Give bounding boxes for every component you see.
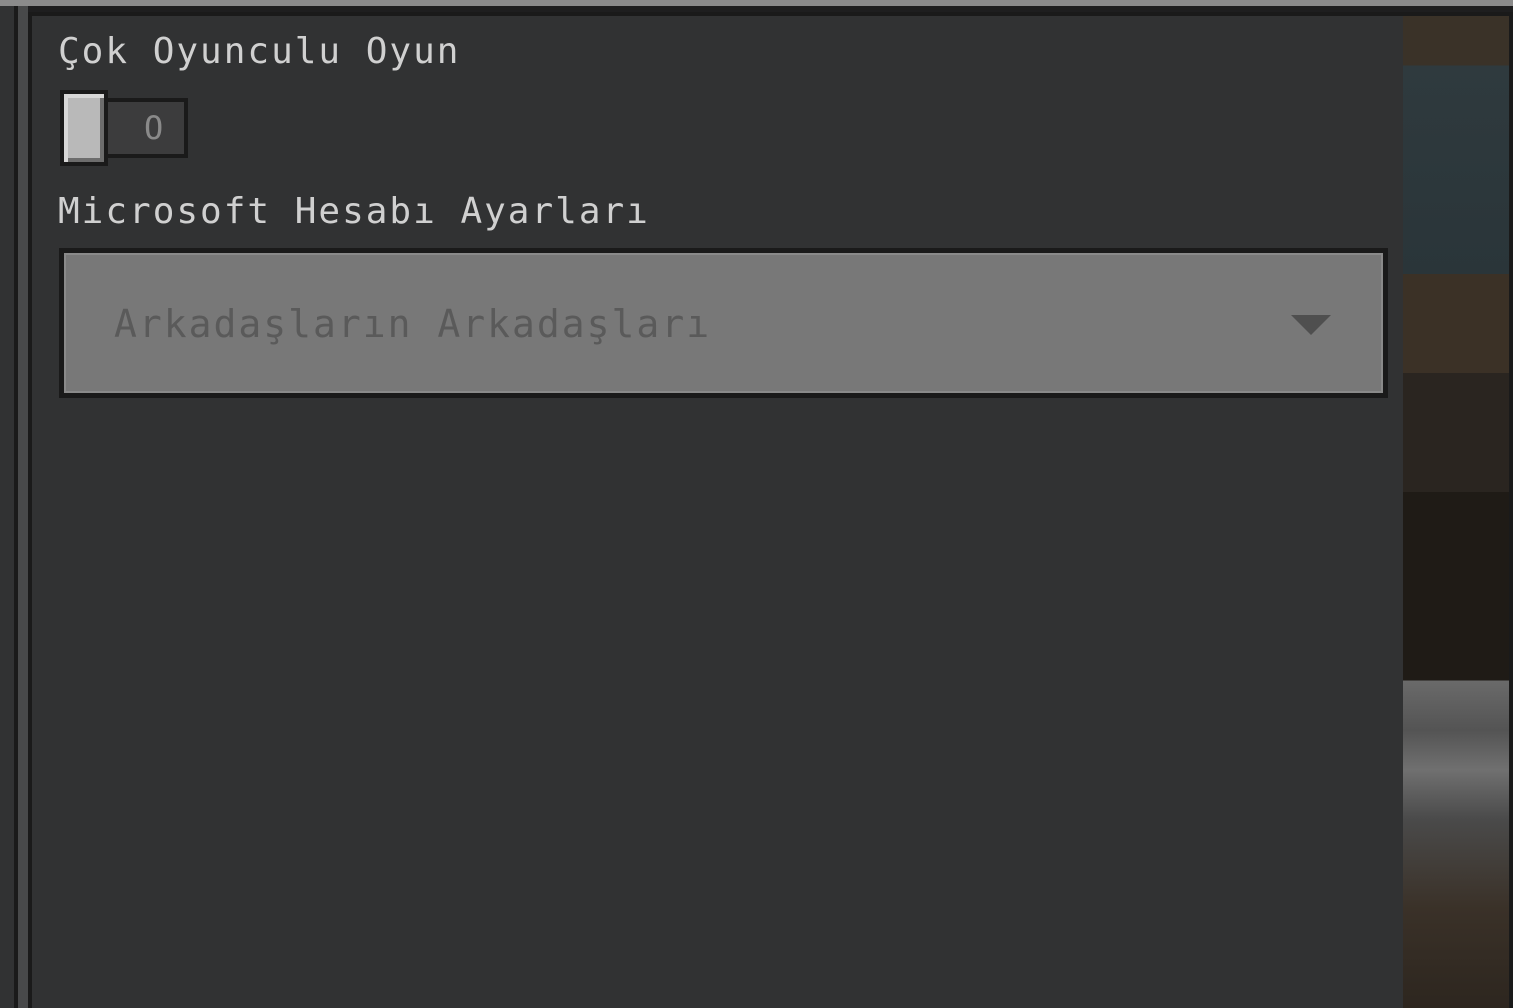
multiplayer-title: Çok Oyunculu Oyun <box>58 31 461 72</box>
account-settings-dropdown[interactable]: Arkadaşların Arkadaşları <box>59 248 1388 398</box>
game-settings-screen: Çok Oyunculu Oyun O Microsoft Hesabı Aya… <box>0 0 1513 1008</box>
left-sidebar-edge <box>0 6 18 1008</box>
settings-panel <box>28 12 1403 1008</box>
account-settings-title: Microsoft Hesabı Ayarları <box>58 191 650 232</box>
game-world-background <box>1403 12 1513 1008</box>
chevron-down-icon[interactable] <box>1291 315 1331 335</box>
top-border <box>0 0 1513 6</box>
dropdown-selected-value: Arkadaşların Arkadaşları <box>114 302 712 346</box>
left-scroll-gutter <box>18 6 28 1008</box>
right-border <box>1509 12 1513 1008</box>
multiplayer-toggle[interactable]: O <box>60 90 188 166</box>
toggle-knob[interactable] <box>60 90 108 166</box>
